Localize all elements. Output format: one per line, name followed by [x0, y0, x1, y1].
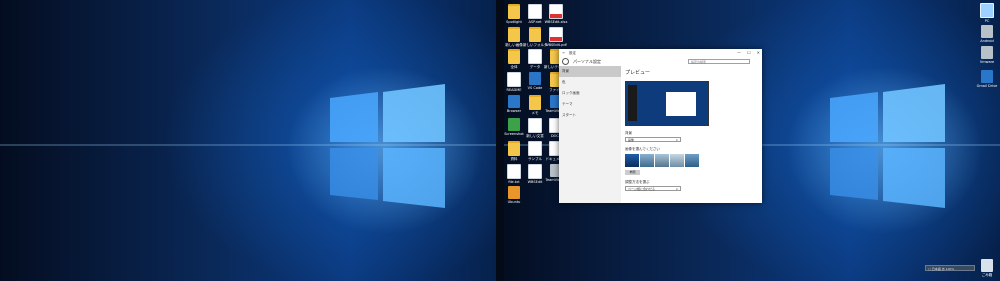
desktop-icon[interactable]: Ubuntu: [503, 186, 525, 204]
window-titlebar[interactable]: ← 設定 — ☐ ✕: [559, 49, 762, 57]
desktop-icon[interactable]: メモ: [524, 95, 546, 115]
desktop-icon-label: WBSEdit.xlsx: [544, 20, 568, 24]
sidebar-item-colors[interactable]: 色: [559, 77, 621, 88]
blue-icon: [529, 72, 541, 85]
desktop-icon[interactable]: 全体: [503, 49, 525, 69]
desktop-icon[interactable]: Spotlight: [503, 4, 525, 24]
desktop-icon[interactable]: Vmware: [976, 46, 998, 64]
desktop-preview: [625, 81, 709, 126]
desktop-icon[interactable]: サンプル: [524, 141, 546, 161]
gear-icon: [562, 58, 569, 65]
settings-sidebar: 背景 色 ロック画面 テーマ スタート: [559, 66, 621, 203]
desktop-icon[interactable]: 新しいフォルダ: [523, 27, 547, 47]
folder-icon: [508, 49, 520, 64]
settings-header: パーソナル設定 設定の検索: [559, 57, 762, 66]
green-icon: [508, 118, 520, 131]
browse-button[interactable]: 参照: [625, 170, 640, 175]
thumbnail-4[interactable]: [670, 154, 684, 167]
desktop-icon[interactable]: データ: [524, 49, 546, 69]
fit-label: 調整方法を選ぶ: [625, 180, 650, 184]
desktop-icon-label: PC: [984, 19, 990, 23]
desktop-icon-label: Vmware: [979, 60, 995, 64]
page-title: パーソナル設定: [573, 58, 601, 64]
file-icon: [507, 72, 521, 87]
maximize-button[interactable]: ☐: [747, 50, 751, 55]
sidebar-item-background[interactable]: 背景: [559, 66, 621, 77]
blue-icon: [981, 70, 993, 83]
file-icon: [507, 164, 521, 179]
desktop-icon[interactable]: Screenshot: [503, 118, 525, 136]
desktop-icon[interactable]: ASP.net: [524, 4, 546, 24]
picture-thumbnails: [625, 154, 759, 167]
folder-icon: [529, 27, 541, 42]
preview-heading: プレビュー: [625, 70, 651, 76]
desktop-icon[interactable]: WBSEdit: [524, 164, 546, 184]
desktop-icon[interactable]: Gmail Drive: [976, 70, 998, 88]
settings-window[interactable]: ← 設定 — ☐ ✕ パーソナル設定 設定の検索 背景 色 ロック画面 テーマ …: [559, 49, 762, 203]
pdf-icon: [549, 27, 563, 42]
pc-icon: [980, 3, 994, 18]
settings-content: プレビュー 背景 画像 ∨ 画像を選んでください 参照 調整方法を選ぶ ページ幅…: [625, 66, 759, 203]
taskbar-tray[interactable]: □ 日本語 あ 100%: [925, 265, 975, 271]
desktop-icon[interactable]: README: [503, 72, 525, 92]
left-monitor: [0, 0, 500, 281]
desktop-icon[interactable]: 新しい画像: [503, 27, 525, 47]
chevron-down-icon: ∨: [675, 138, 678, 142]
choose-picture-label: 画像を選んでください: [625, 147, 660, 151]
sidebar-item-lock-screen[interactable]: ロック画面: [559, 88, 621, 99]
background-dropdown-value: 画像: [628, 138, 635, 142]
desktop-icon[interactable]: 資料: [503, 141, 525, 161]
folder-icon: [508, 4, 520, 19]
close-button[interactable]: ✕: [757, 50, 760, 55]
background-dropdown[interactable]: 画像 ∨: [625, 137, 681, 142]
preview-start-menu: [628, 85, 637, 121]
fit-dropdown[interactable]: ページ幅に合わせる ∨: [625, 186, 681, 191]
desktop-icon[interactable]: VS Code: [524, 72, 546, 90]
gray-icon: [981, 25, 993, 38]
window-title: 設定: [569, 50, 576, 55]
file-icon: [528, 141, 542, 156]
background-label: 背景: [625, 131, 632, 135]
desktop-icon[interactable]: WBSEdit.pdf: [545, 27, 567, 47]
sidebar-item-start[interactable]: スタート: [559, 110, 621, 121]
desktop-icon[interactable]: PC: [976, 3, 998, 23]
desktop-icon-label: Ubuntu: [507, 200, 521, 204]
search-input[interactable]: 設定の検索: [688, 59, 750, 64]
file-icon: [528, 118, 542, 133]
gray-icon: [981, 46, 993, 59]
desktop-icon[interactable]: ごみ箱: [976, 259, 998, 277]
file-icon: [528, 4, 542, 19]
windows-logo-graphic: [0, 84, 500, 208]
orange-icon: [508, 186, 520, 199]
folder-icon: [508, 141, 520, 156]
windows-wallpaper: [0, 0, 500, 281]
thumbnail-3[interactable]: [655, 154, 669, 167]
desktop-icon[interactable]: WBSEdit.xlsx: [545, 4, 567, 24]
desktop-icon-label: WBSEdit.pdf: [545, 43, 567, 47]
preview-window: [666, 92, 696, 116]
desktop-icon-label: Gmail Drive: [976, 84, 998, 88]
pdf-icon: [549, 4, 563, 19]
minimize-button[interactable]: —: [737, 50, 741, 55]
folder-icon: [529, 95, 541, 110]
desktop-icon-label: Android: [980, 39, 994, 43]
desktop-icon[interactable]: Android: [976, 25, 998, 43]
blue-icon: [508, 95, 520, 108]
fit-dropdown-value: ページ幅に合わせる: [628, 187, 655, 191]
thumbnail-1[interactable]: [625, 154, 639, 167]
chevron-down-icon: ∨: [675, 187, 678, 191]
desktop-icon[interactable]: 新しい文書: [524, 118, 546, 138]
desktop-icon-label: ごみ箱: [981, 273, 993, 277]
desktop-icon[interactable]: Browser: [503, 95, 525, 113]
file-icon: [528, 164, 542, 179]
bin-icon: [981, 259, 993, 272]
folder-icon: [508, 27, 520, 42]
file-icon: [528, 49, 542, 64]
back-icon[interactable]: ←: [559, 51, 569, 55]
sidebar-item-themes[interactable]: テーマ: [559, 99, 621, 110]
thumbnail-2[interactable]: [640, 154, 654, 167]
desktop-icon[interactable]: file.txt: [503, 164, 525, 184]
thumbnail-5[interactable]: [685, 154, 699, 167]
